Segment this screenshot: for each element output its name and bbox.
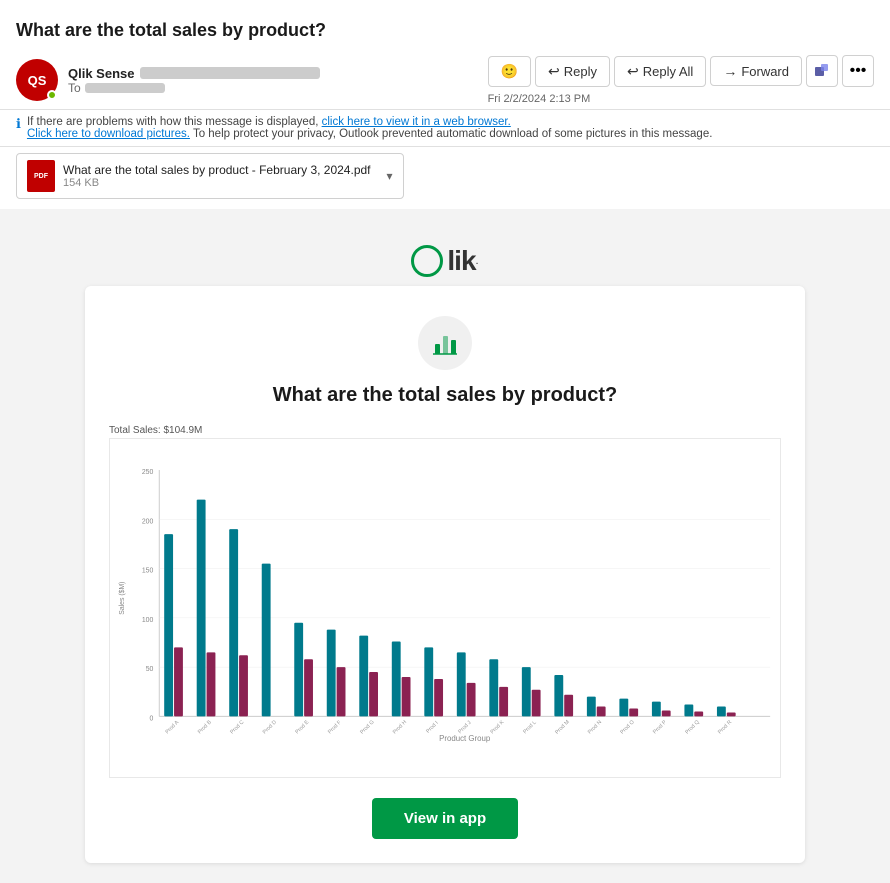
svg-text:Prod L: Prod L bbox=[522, 720, 538, 736]
reply-icon: ↩ bbox=[548, 63, 560, 80]
svg-text:Prod N: Prod N bbox=[587, 719, 603, 735]
svg-text:0: 0 bbox=[150, 715, 154, 722]
svg-text:Prod G: Prod G bbox=[359, 719, 375, 735]
svg-text:250: 250 bbox=[142, 469, 154, 476]
attachment-item[interactable]: PDF What are the total sales by product … bbox=[16, 153, 404, 199]
svg-text:200: 200 bbox=[142, 518, 154, 525]
info-text: If there are problems with how this mess… bbox=[27, 116, 712, 140]
teams-icon bbox=[813, 62, 831, 80]
header-right: 🙂 ↩ Reply ↩ Reply All → Forward bbox=[488, 55, 874, 105]
svg-text:100: 100 bbox=[142, 617, 154, 624]
email-header: What are the total sales by product? QS … bbox=[0, 0, 890, 110]
chart-container: 0 50 100 150 200 250 Sales ($M) bbox=[109, 438, 781, 778]
info-bar: ℹ If there are problems with how this me… bbox=[0, 110, 890, 147]
online-indicator bbox=[47, 90, 57, 100]
sender-row: QS Qlik Sense To 🙂 ↩ bbox=[16, 49, 874, 109]
svg-text:Prod H: Prod H bbox=[392, 719, 408, 735]
email-body: lik . What are the total sales by produc… bbox=[0, 209, 890, 883]
sender-email-blur bbox=[140, 67, 320, 79]
svg-text:Prod F: Prod F bbox=[327, 719, 343, 735]
forward-icon: → bbox=[723, 63, 737, 79]
email-timestamp: Fri 2/2/2024 2:13 PM bbox=[488, 91, 591, 105]
info-icon: ℹ bbox=[16, 116, 21, 132]
svg-text:Prod K: Prod K bbox=[490, 719, 506, 735]
view-btn-row: View in app bbox=[105, 798, 785, 839]
forward-button[interactable]: → Forward bbox=[710, 56, 802, 86]
pdf-icon: PDF bbox=[27, 160, 55, 192]
reply-button[interactable]: ↩ Reply bbox=[535, 56, 610, 87]
card-title: What are the total sales by product? bbox=[105, 384, 785, 407]
sender-to: To bbox=[68, 81, 320, 95]
svg-text:150: 150 bbox=[142, 568, 154, 575]
attachment-area: PDF What are the total sales by product … bbox=[0, 147, 890, 209]
svg-text:Prod P: Prod P bbox=[652, 719, 668, 735]
sender-name: Qlik Sense bbox=[68, 66, 134, 81]
svg-text:Prod J: Prod J bbox=[457, 720, 473, 736]
sender-info: Qlik Sense To bbox=[68, 66, 320, 95]
attachment-chevron-icon: ▾ bbox=[387, 169, 393, 183]
svg-text:Prod C: Prod C bbox=[229, 719, 245, 735]
sender-name-row: Qlik Sense bbox=[68, 66, 320, 81]
svg-text:Prod M: Prod M bbox=[554, 719, 571, 736]
svg-text:Prod Q: Prod Q bbox=[684, 719, 700, 735]
emoji-button[interactable]: 🙂 bbox=[488, 56, 531, 87]
reply-all-icon: ↩ bbox=[627, 63, 639, 80]
bar-chart-svg: 0 50 100 150 200 250 Sales ($M) bbox=[110, 439, 780, 777]
svg-text:Prod A: Prod A bbox=[164, 719, 180, 735]
reply-label: Reply bbox=[564, 64, 597, 79]
svg-text:Prod R: Prod R bbox=[717, 719, 733, 735]
card-chart-icon-area bbox=[105, 316, 785, 370]
attachment-name: What are the total sales by product - Fe… bbox=[63, 163, 371, 177]
view-in-browser-link[interactable]: click here to view it in a web browser. bbox=[322, 116, 511, 128]
svg-text:50: 50 bbox=[146, 666, 154, 673]
download-pictures-link[interactable]: Click here to download pictures. bbox=[27, 128, 190, 140]
teams-button[interactable] bbox=[806, 55, 838, 87]
attachment-info: What are the total sales by product - Fe… bbox=[63, 163, 371, 189]
ellipsis-icon: ••• bbox=[850, 62, 867, 80]
forward-label: Forward bbox=[741, 64, 789, 79]
to-address-blur bbox=[85, 83, 165, 93]
view-in-app-button[interactable]: View in app bbox=[372, 798, 518, 839]
qlik-logo: lik . bbox=[411, 245, 478, 277]
chart-total-label: Total Sales: $104.9M bbox=[109, 425, 781, 436]
svg-text:Sales ($M): Sales ($M) bbox=[119, 582, 126, 615]
chart-wrapper: Total Sales: $104.9M 0 50 100 150 200 25… bbox=[105, 425, 785, 778]
svg-text:Prod B: Prod B bbox=[197, 719, 213, 735]
qlik-logo-header: lik . bbox=[20, 229, 870, 286]
svg-text:Prod D: Prod D bbox=[262, 719, 278, 735]
chart-icon-circle bbox=[418, 316, 472, 370]
sender-left: QS Qlik Sense To bbox=[16, 59, 320, 101]
bar-chart-icon bbox=[430, 328, 460, 358]
card: What are the total sales by product? Tot… bbox=[85, 286, 805, 863]
email-subject: What are the total sales by product? bbox=[16, 10, 874, 49]
svg-text:Prod O: Prod O bbox=[619, 719, 635, 735]
emoji-icon: 🙂 bbox=[501, 63, 518, 80]
svg-text:Product Group: Product Group bbox=[439, 734, 491, 743]
avatar: QS bbox=[16, 59, 58, 101]
svg-text:Prod E: Prod E bbox=[294, 719, 310, 735]
attachment-size: 154 KB bbox=[63, 177, 371, 189]
svg-text:Prod I: Prod I bbox=[425, 720, 439, 734]
reply-all-label: Reply All bbox=[643, 64, 694, 79]
reply-all-button[interactable]: ↩ Reply All bbox=[614, 56, 706, 87]
action-bar: 🙂 ↩ Reply ↩ Reply All → Forward bbox=[488, 55, 874, 87]
qlik-logo-text: lik bbox=[447, 245, 475, 277]
more-options-button[interactable]: ••• bbox=[842, 55, 874, 87]
